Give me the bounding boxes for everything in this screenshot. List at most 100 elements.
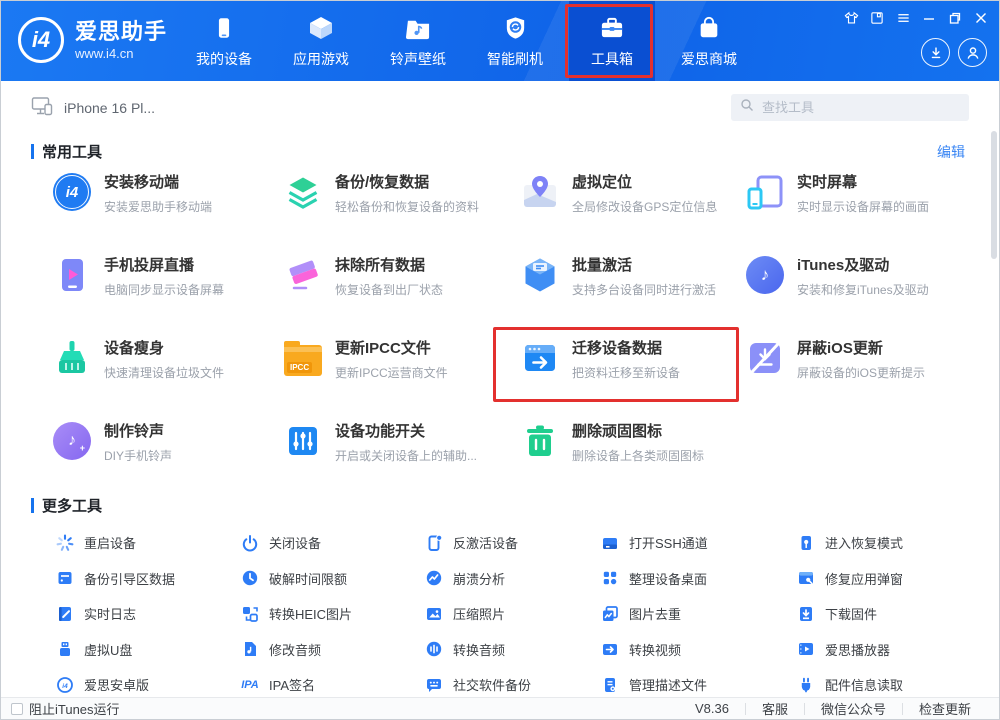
tool-erase-all-data[interactable]: 抹除所有数据恢复设备到出厂状态	[284, 256, 521, 339]
cube-icon	[308, 13, 334, 41]
tool-update-ipcc[interactable]: IPCC 更新IPCC文件更新IPCC运营商文件	[284, 339, 521, 422]
nav-i4-store[interactable]: 爱思商城	[666, 1, 752, 81]
tool-migrate-data[interactable]: 迁移设备数据把资料迁移至新设备	[521, 339, 746, 422]
menu-icon[interactable]	[895, 10, 911, 26]
profile-file-icon	[601, 676, 619, 694]
more-fix-app-popup[interactable]: 修复应用弹窗	[797, 561, 986, 597]
terminal-icon	[601, 534, 619, 552]
spinner-icon	[56, 534, 74, 552]
i4-logo-icon: i4	[17, 16, 65, 64]
nav-label: 工具箱	[591, 49, 633, 69]
more-open-ssh[interactable]: 打开SSH通道	[601, 525, 797, 561]
plug-icon	[797, 676, 815, 694]
tool-virtual-location[interactable]: 虚拟定位全局修改设备GPS定位信息	[521, 173, 746, 256]
close-icon[interactable]	[973, 10, 989, 26]
layers-backup-icon	[284, 173, 322, 211]
nav-label: 我的设备	[196, 49, 252, 69]
section-accent-bar	[31, 498, 34, 513]
tool-backup-restore[interactable]: 备份/恢复数据轻松备份和恢复设备的资料	[284, 173, 521, 256]
block-update-icon	[746, 339, 784, 377]
tool-delete-stubborn-icons[interactable]: 删除顽固图标删除设备上各类顽固图标	[521, 422, 746, 505]
more-convert-audio[interactable]: 转换音频	[425, 632, 601, 668]
more-backup-boot-data[interactable]: 备份引导区数据	[56, 561, 241, 597]
theme-icon[interactable]	[843, 10, 859, 26]
more-restart-device[interactable]: 重启设备	[56, 525, 241, 561]
more-arrange-desktop[interactable]: 整理设备桌面	[601, 561, 797, 597]
nav-toolbox[interactable]: 工具箱	[569, 1, 655, 81]
section-accent-bar	[31, 144, 34, 159]
more-image-dedupe[interactable]: 图片去重	[601, 596, 797, 632]
nav-apps-games[interactable]: 应用游戏	[278, 1, 364, 81]
device-icon	[31, 96, 54, 121]
more-deactivate-device[interactable]: 反激活设备	[425, 525, 601, 561]
player-icon	[797, 640, 815, 658]
more-compress-photo[interactable]: 压缩照片	[425, 596, 601, 632]
sliders-icon	[284, 422, 322, 460]
waveform-icon	[425, 640, 443, 658]
more-crack-time-limit[interactable]: 破解时间限额	[241, 561, 425, 597]
scrollbar-thumb[interactable]	[991, 131, 997, 259]
more-virtual-udisk[interactable]: 虚拟U盘	[56, 632, 241, 668]
hexagon-box-icon	[521, 256, 559, 294]
status-bar-right: V8.36 客服 微信公众号 检查更新	[695, 699, 971, 718]
tool-block-ios-update[interactable]: 屏蔽iOS更新屏蔽设备的iOS更新提示	[746, 339, 983, 422]
minimize-icon[interactable]	[921, 10, 937, 26]
more-modify-audio[interactable]: 修改音频	[241, 632, 425, 668]
app-title: 爱思助手	[75, 20, 167, 44]
divider	[804, 703, 805, 715]
trash-icon	[521, 422, 559, 460]
block-itunes-label: 阻止iTunes运行	[29, 699, 120, 718]
video-convert-icon	[601, 640, 619, 658]
search-input[interactable]	[760, 99, 940, 116]
status-bar: 阻止iTunes运行 V8.36 客服 微信公众号 检查更新	[1, 697, 999, 719]
block-itunes-toggle[interactable]: 阻止iTunes运行	[11, 699, 120, 718]
nav-smart-flash[interactable]: 智能刷机	[472, 1, 558, 81]
wechat-link[interactable]: 微信公众号	[821, 699, 886, 718]
divider	[745, 703, 746, 715]
broom-icon	[53, 339, 91, 377]
tool-feature-switch[interactable]: 设备功能开关开启或关闭设备上的辅助...	[284, 422, 521, 505]
download-manager-icon[interactable]	[921, 38, 950, 67]
edit-link[interactable]: 编辑	[937, 142, 965, 162]
main-nav: 我的设备 应用游戏 铃声壁纸 智能刷机	[181, 1, 752, 81]
ipcc-folder-icon: IPCC	[284, 339, 322, 377]
tool-itunes-driver[interactable]: ♪ iTunes及驱动安装和修复iTunes及驱动	[746, 256, 983, 339]
more-tools-grid: 重启设备 关闭设备 反激活设备 打开SSH通道 进入恢复模式 备份引导	[56, 525, 986, 703]
maximize-icon[interactable]	[947, 10, 963, 26]
nav-label: 应用游戏	[293, 49, 349, 69]
map-pin-icon	[521, 173, 559, 211]
tool-install-mobile[interactable]: i4 安装移动端安装爱思助手移动端	[53, 173, 284, 256]
tool-live-screen[interactable]: 实时屏幕实时显示设备屏幕的画面	[746, 173, 983, 256]
user-account-icon[interactable]	[958, 38, 987, 67]
more-recovery-mode[interactable]: 进入恢复模式	[797, 525, 986, 561]
shopping-bag-icon	[697, 13, 721, 41]
app-grid-icon	[601, 569, 619, 587]
device-selector[interactable]: iPhone 16 Pl...	[31, 93, 155, 123]
check-update-link[interactable]: 检查更新	[919, 699, 971, 718]
chart-line-icon	[425, 569, 443, 587]
common-tools-header: 常用工具	[31, 141, 102, 162]
photo-icon	[425, 605, 443, 623]
more-realtime-log[interactable]: 实时日志	[56, 596, 241, 632]
nav-ringtones-wallpapers[interactable]: 铃声壁纸	[375, 1, 461, 81]
i4-mobile-icon: i4	[53, 173, 91, 211]
more-i4-player[interactable]: 爱思播放器	[797, 632, 986, 668]
tool-device-slim[interactable]: 设备瘦身快速清理设备垃圾文件	[53, 339, 284, 422]
toolbox-icon	[599, 13, 625, 41]
more-crash-analysis[interactable]: 崩溃分析	[425, 561, 601, 597]
more-shutdown-device[interactable]: 关闭设备	[241, 525, 425, 561]
app-window: i4 爱思助手 www.i4.cn 我的设备 应用游戏	[0, 0, 1000, 720]
more-convert-video[interactable]: 转换视频	[601, 632, 797, 668]
log-pencil-icon	[56, 605, 74, 623]
support-link[interactable]: 客服	[762, 699, 788, 718]
tool-make-ringtone[interactable]: ♪+ 制作铃声DIY手机铃声	[53, 422, 284, 505]
power-icon	[241, 534, 259, 552]
music-folder-icon	[406, 13, 431, 41]
nav-my-devices[interactable]: 我的设备	[181, 1, 267, 81]
feedback-icon[interactable]	[869, 10, 885, 26]
more-convert-heic[interactable]: 转换HEIC图片	[241, 596, 425, 632]
more-download-firmware[interactable]: 下载固件	[797, 596, 986, 632]
tool-screen-mirror[interactable]: 手机投屏直播电脑同步显示设备屏幕	[53, 256, 284, 339]
block-itunes-checkbox[interactable]	[11, 703, 23, 715]
tool-batch-activate[interactable]: 批量激活支持多台设备同时进行激活	[521, 256, 746, 339]
